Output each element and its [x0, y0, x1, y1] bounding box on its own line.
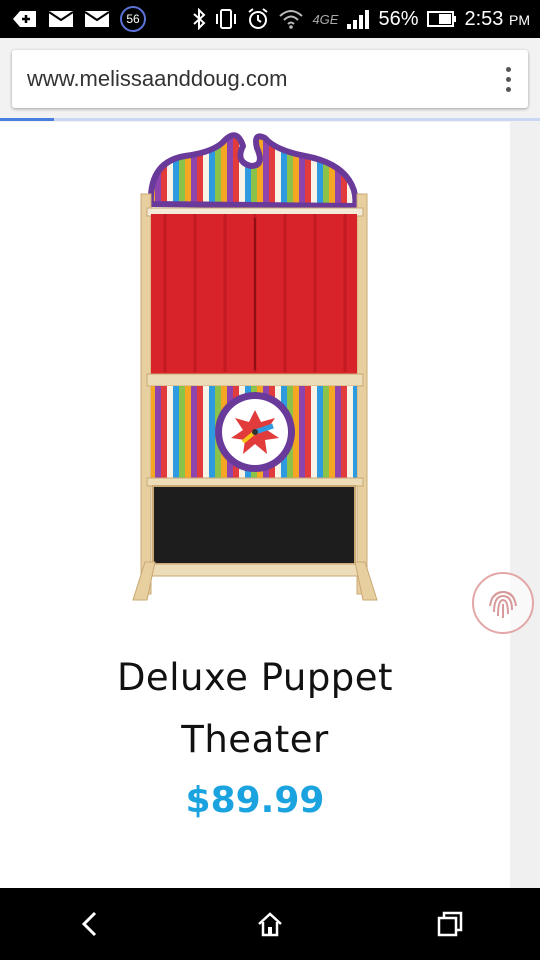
add-box-icon	[12, 9, 38, 29]
puppet-theater-image[interactable]	[125, 122, 385, 612]
product-price: $89.99	[185, 780, 325, 821]
signal-icon	[346, 8, 370, 30]
address-bar[interactable]: www.melissaanddoug.com	[12, 50, 528, 108]
home-icon[interactable]	[230, 894, 310, 954]
product-title-line-2[interactable]: Theater	[20, 709, 490, 771]
page-load-progress-fill	[0, 118, 54, 121]
clock-period: PM	[509, 11, 530, 28]
vibrate-icon	[214, 8, 238, 30]
notification-count-icon: 56	[120, 6, 146, 32]
battery-icon	[426, 10, 457, 28]
battery-percent: 56%	[378, 7, 419, 30]
network-type-label: 4GE	[312, 11, 339, 27]
url-text[interactable]: www.melissaanddoug.com	[12, 66, 488, 92]
wifi-icon	[278, 8, 304, 30]
fingerprint-icon[interactable]	[472, 572, 534, 634]
bluetooth-icon	[192, 8, 206, 30]
product-title[interactable]: Deluxe Puppet Theater	[20, 647, 490, 771]
recents-icon[interactable]	[410, 894, 490, 954]
mail-icon	[84, 9, 110, 29]
system-nav-bar	[0, 888, 540, 960]
more-vert-icon[interactable]	[488, 50, 528, 108]
clock-time: 2:53	[464, 7, 504, 30]
alarm-icon	[246, 7, 270, 31]
status-bar: 56 4GE 56% 2:53 PM	[0, 0, 540, 38]
product-title-line-1[interactable]: Deluxe Puppet	[20, 647, 490, 709]
web-content[interactable]: Deluxe Puppet Theater $89.99	[0, 122, 540, 888]
browser-toolbar: www.melissaanddoug.com	[0, 38, 540, 122]
scroll-rail	[510, 122, 540, 888]
page-load-progress	[0, 118, 540, 121]
back-icon[interactable]	[50, 894, 130, 954]
mail-icon	[48, 9, 74, 29]
